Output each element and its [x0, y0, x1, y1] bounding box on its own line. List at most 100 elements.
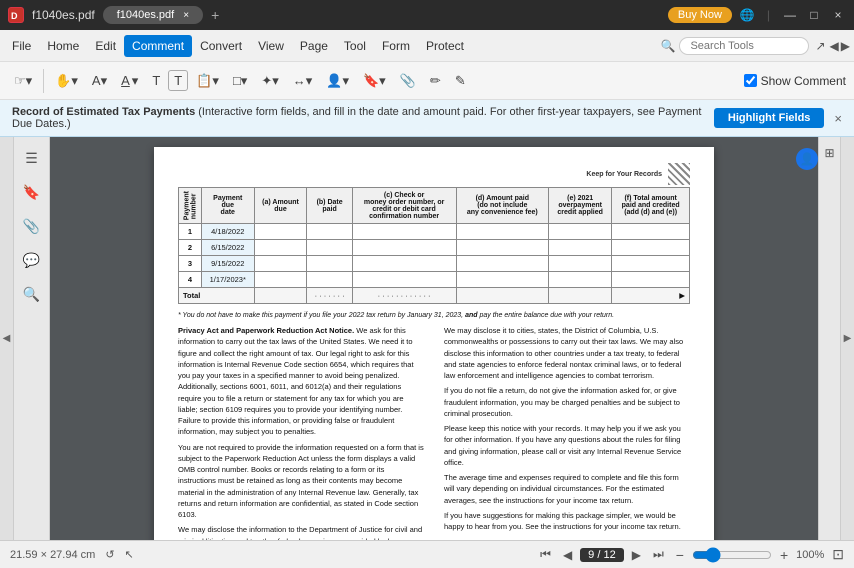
zoom-in-button[interactable]: + [780, 547, 788, 563]
sidebar-comment-icon[interactable]: 💬 [19, 247, 45, 273]
sidebar-attachment-icon[interactable]: 📎 [19, 213, 45, 239]
row-1-e[interactable] [549, 224, 612, 240]
menu-home[interactable]: Home [39, 35, 87, 57]
menu-comment[interactable]: Comment [124, 35, 192, 57]
menu-form[interactable]: Form [374, 35, 418, 57]
left-sidebar-collapse[interactable]: ◀ [0, 137, 14, 540]
row-3-b[interactable] [307, 256, 352, 272]
forward-icon[interactable]: ▶ [841, 39, 850, 53]
buy-now-button[interactable]: Buy Now [668, 7, 732, 23]
zoom-slider[interactable] [692, 547, 772, 563]
notification-close-icon[interactable]: × [834, 111, 842, 126]
row-2-e[interactable] [549, 240, 612, 256]
last-page-button[interactable]: ⏭ [649, 545, 668, 564]
row-1-f[interactable] [612, 224, 690, 240]
row-3-f[interactable] [612, 256, 690, 272]
row-4-a[interactable] [254, 272, 307, 288]
document-dimensions: 21.59 × 27.94 cm [10, 549, 95, 561]
tab-active[interactable]: f1040es.pdf × [103, 6, 203, 24]
row-3-date[interactable]: 9/15/2022 [202, 256, 255, 272]
highlight-tool-button[interactable]: A▾ [86, 69, 113, 93]
menu-page[interactable]: Page [292, 35, 336, 57]
sidebar-pages-icon[interactable]: ☰ [19, 145, 45, 171]
row-1-d[interactable] [456, 224, 549, 240]
toolbar: ☞▾ ✋▾ A▾ A▾ T T 📋▾ □▾ ✦▾ ↔▾ 👤▾ 🔖▾ 📎 ✏ ✎ … [0, 62, 854, 100]
row-4-e[interactable] [549, 272, 612, 288]
cursor-icon[interactable]: ↖ [125, 548, 134, 561]
draw-button[interactable]: ✏ [424, 69, 447, 93]
sidebar-bookmark-icon[interactable]: 🔖 [19, 179, 45, 205]
row-2-b[interactable] [307, 240, 352, 256]
highlight-fields-button[interactable]: Highlight Fields [714, 108, 825, 128]
tab-close-icon[interactable]: × [183, 10, 189, 21]
row-2-c[interactable] [352, 240, 456, 256]
text-box-button[interactable]: T [168, 70, 188, 91]
maximize-button[interactable]: □ [806, 8, 822, 22]
table-date-paid-header: (b) Datepaid [307, 188, 352, 224]
row-2-date[interactable]: 6/15/2022 [202, 240, 255, 256]
row-1-date[interactable]: 4/18/2022 [202, 224, 255, 240]
markup-tool-button[interactable]: ↔▾ [287, 69, 319, 93]
row-1-b[interactable] [307, 224, 352, 240]
status-bar-right: ⏮ ◀ 9 / 12 ▶ ⏭ − + 100% ⊡ [536, 545, 844, 564]
external-link-icon[interactable]: ↗ [815, 39, 825, 53]
rotate-icon[interactable]: ↺ [105, 548, 114, 561]
select-tool-button[interactable]: ☞▾ [8, 69, 38, 93]
total-d[interactable] [456, 288, 549, 304]
back-icon[interactable]: ◀ [830, 39, 839, 53]
close-button[interactable]: × [830, 8, 846, 22]
measure-tool-button[interactable]: ✦▾ [255, 69, 284, 93]
table-payment-number-header: Paymentnumber [179, 188, 202, 224]
menu-convert[interactable]: Convert [192, 35, 250, 57]
search-input[interactable] [679, 37, 809, 55]
notification-bar: Record of Estimated Tax Payments (Intera… [0, 100, 854, 137]
stamp-tool-button[interactable]: 📋▾ [190, 69, 225, 93]
hand-tool-button[interactable]: ✋▾ [49, 69, 84, 93]
bookmark-tool-button[interactable]: 🔖▾ [357, 69, 392, 93]
show-comment-checkbox[interactable] [744, 74, 757, 87]
new-tab-button[interactable]: + [211, 7, 219, 23]
row-2-f[interactable] [612, 240, 690, 256]
show-comment-toggle[interactable]: Show Comment [744, 74, 846, 88]
eraser-button[interactable]: ✎ [449, 69, 472, 93]
row-2-d[interactable] [456, 240, 549, 256]
menu-file[interactable]: File [4, 35, 39, 57]
fit-page-button[interactable]: ⊡ [832, 546, 844, 563]
underline-tool-button[interactable]: A▾ [115, 69, 144, 93]
row-4-f[interactable] [612, 272, 690, 288]
sidebar-search-icon[interactable]: 🔍 [19, 281, 45, 307]
row-4-b[interactable] [307, 272, 352, 288]
right-sidebar-icon-1[interactable]: ⊞ [822, 145, 838, 161]
menu-view[interactable]: View [250, 35, 292, 57]
privacy-section: Privacy Act and Paperwork Reduction Act … [178, 325, 690, 540]
row-2-a[interactable] [254, 240, 307, 256]
row-3-e[interactable] [549, 256, 612, 272]
row-4-c[interactable] [352, 272, 456, 288]
user-avatar[interactable]: 👤 [796, 148, 818, 170]
text-comment-button[interactable]: T [146, 69, 166, 92]
row-4-d[interactable] [456, 272, 549, 288]
total-a[interactable] [254, 288, 307, 304]
signature-button[interactable]: 👤▾ [320, 69, 355, 93]
minimize-button[interactable]: — [782, 8, 798, 22]
zoom-out-button[interactable]: − [676, 547, 684, 563]
row-1-a[interactable] [254, 224, 307, 240]
prev-page-button[interactable]: ◀ [559, 546, 576, 564]
total-e[interactable] [549, 288, 612, 304]
row-3-d[interactable] [456, 256, 549, 272]
right-sidebar-expand[interactable]: ▶ [840, 137, 854, 540]
menu-edit[interactable]: Edit [87, 35, 124, 57]
menu-protect[interactable]: Protect [418, 35, 472, 57]
title-bar: D f1040es.pdf f1040es.pdf × + Buy Now 🌐 … [0, 0, 854, 30]
menu-tool[interactable]: Tool [336, 35, 374, 57]
row-1-c[interactable] [352, 224, 456, 240]
row-3-a[interactable] [254, 256, 307, 272]
attach-button[interactable]: 📎 [394, 69, 422, 93]
row-4-date[interactable]: 1/17/2023* [202, 272, 255, 288]
row-3-c[interactable] [352, 256, 456, 272]
total-b[interactable]: · · · · · · · [307, 288, 352, 304]
shape-tool-button[interactable]: □▾ [227, 69, 253, 93]
first-page-button[interactable]: ⏮ [536, 545, 555, 564]
next-page-button[interactable]: ▶ [628, 546, 645, 564]
total-c[interactable]: · · · · · · · · · · · · [352, 288, 456, 304]
